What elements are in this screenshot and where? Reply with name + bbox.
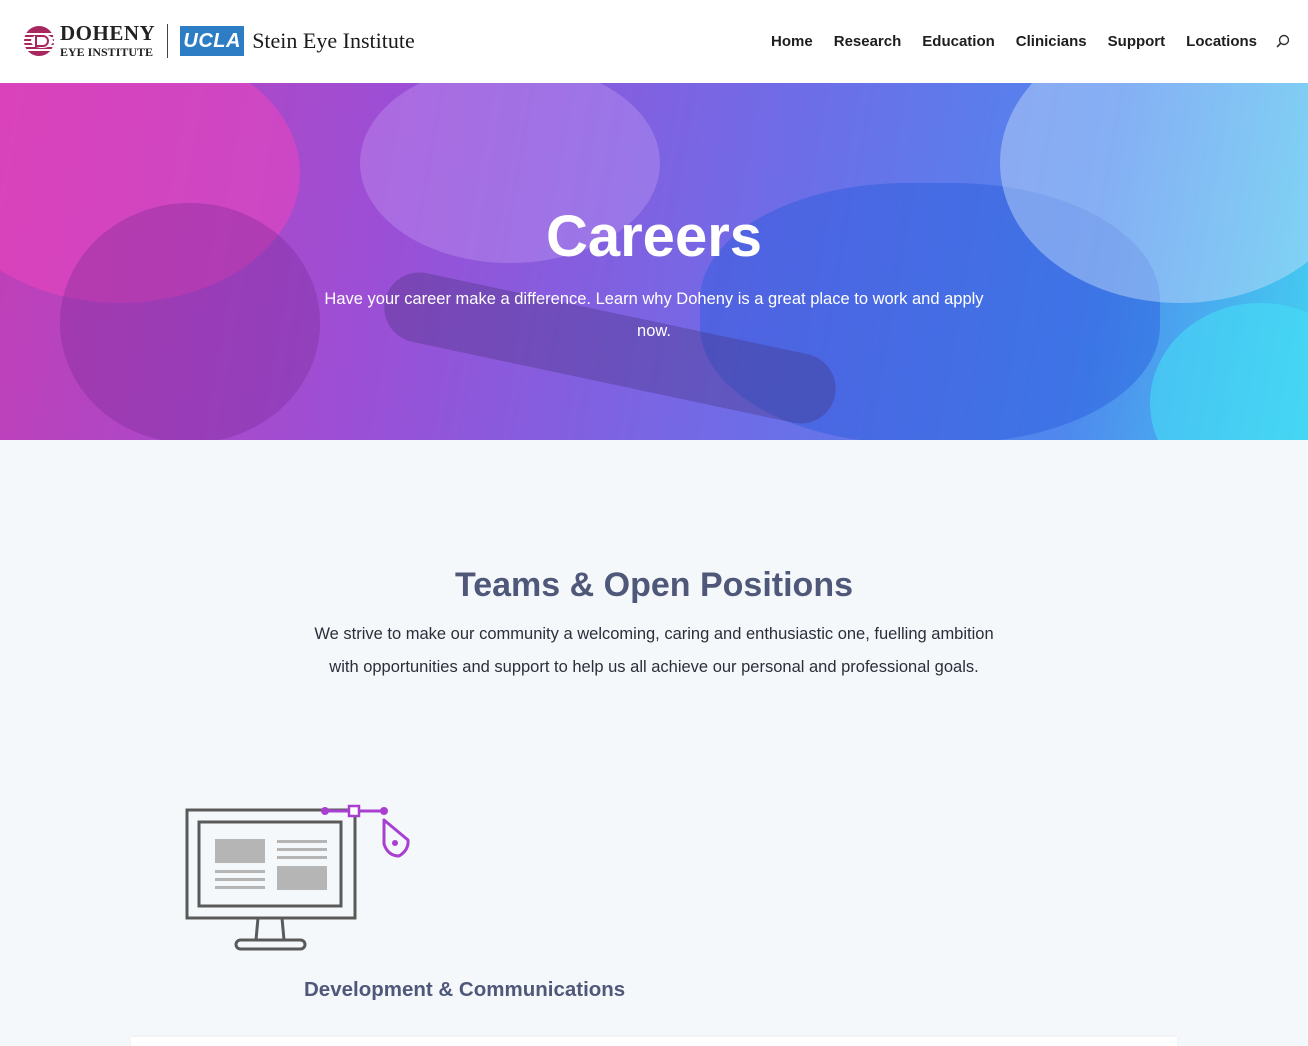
main-nav: Home Research Education Clinicians Suppo… [771, 30, 1308, 52]
hero-bg-shape [1150, 303, 1308, 440]
content-card [131, 1037, 1177, 1046]
nav-home[interactable]: Home [771, 33, 813, 50]
site-logo[interactable]: DOHENY EYE INSTITUTE UCLA Stein Eye Inst… [22, 20, 415, 59]
hero-title: Careers [545, 204, 763, 269]
nav-support[interactable]: Support [1108, 33, 1166, 50]
section-title: Teams & Open Positions [454, 566, 853, 604]
nav-education[interactable]: Education [922, 33, 995, 50]
section-intro: We strive to make our community a welcom… [314, 625, 994, 676]
monitor-design-icon[interactable] [180, 800, 420, 955]
hero-subtitle: Have your career make a difference. Lear… [324, 290, 984, 340]
logo-divider [167, 24, 169, 58]
hero-banner: Careers Have your career make a differen… [0, 83, 1308, 440]
nav-research[interactable]: Research [834, 33, 902, 50]
ucla-badge: UCLA [180, 26, 245, 56]
doheny-logo-icon [24, 26, 54, 56]
doheny-wordmark: DOHENY EYE INSTITUTE [60, 20, 156, 59]
doheny-sub: EYE INSTITUTE [60, 44, 154, 59]
nav-locations[interactable]: Locations [1186, 33, 1257, 50]
site-header: DOHENY EYE INSTITUTE UCLA Stein Eye Inst… [0, 0, 1308, 83]
search-icon[interactable] [1276, 34, 1290, 48]
nav-clinicians[interactable]: Clinicians [1016, 33, 1087, 50]
team-title[interactable]: Development & Communications [304, 978, 625, 1002]
doheny-name: DOHENY [60, 20, 156, 45]
stein-wordmark: Stein Eye Institute [252, 28, 415, 53]
